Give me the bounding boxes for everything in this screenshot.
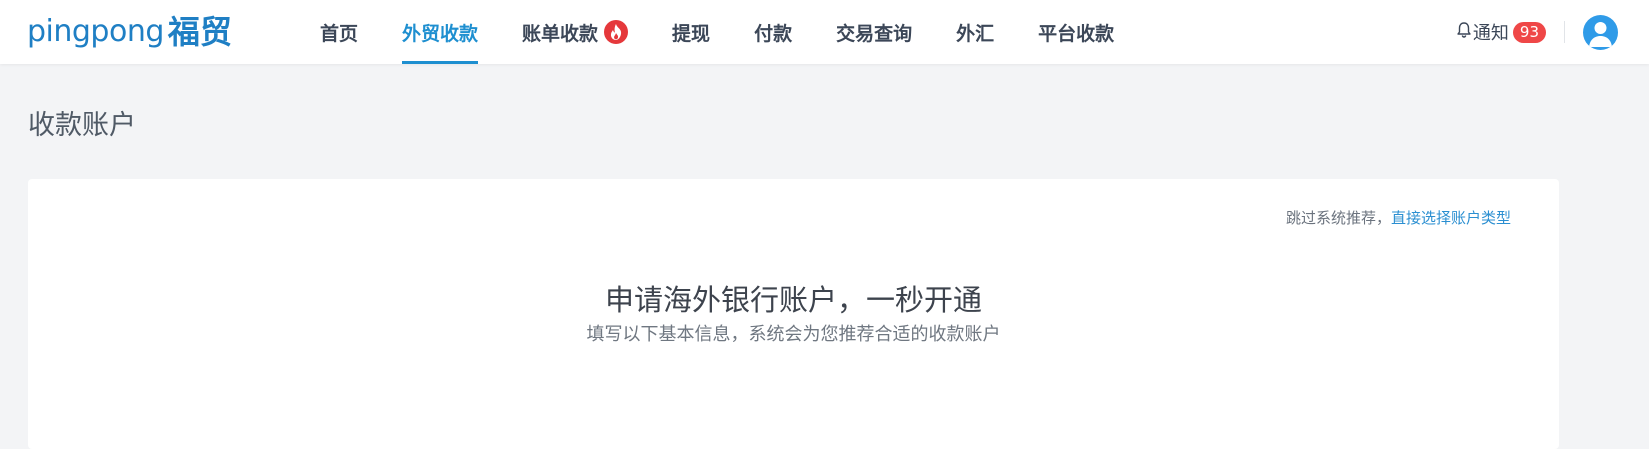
nav-item-transactions[interactable]: 交易查询	[836, 0, 912, 64]
nav-item-label: 付款	[754, 22, 793, 45]
nav-item-forex[interactable]: 外汇	[956, 0, 994, 64]
nav-item-label: 首页	[320, 22, 359, 45]
bell-icon	[1455, 21, 1473, 44]
nav-item-label: 提现	[672, 22, 711, 45]
user-avatar-icon[interactable]	[1583, 14, 1618, 50]
fire-icon	[604, 20, 629, 44]
choose-account-type-link[interactable]: 直接选择账户类型	[1391, 209, 1511, 227]
card-subline: 填写以下基本信息，系统会为您推荐合适的收款账户	[586, 324, 1001, 345]
nav-item-label: 交易查询	[836, 22, 913, 45]
pingpong-logo[interactable]: pingpong 福贸	[27, 10, 232, 54]
logo-cjk-text: 福贸	[167, 13, 232, 51]
top-navbar: pingpong 福贸 首页 外贸收款 账单收款 提现 付款 交易查询 外汇 平…	[0, 0, 1649, 64]
header-actions: 通知 93	[1455, 0, 1649, 64]
account-application-card: 跳过系统推荐，直接选择账户类型 申请海外银行账户，一秒开通 填写以下基本信息，系…	[28, 179, 1559, 449]
notification-button[interactable]: 通知 93	[1455, 19, 1546, 45]
nav-item-label: 平台收款	[1038, 22, 1115, 45]
nav-item-bill-receipt[interactable]: 账单收款	[522, 0, 629, 64]
nav-item-home[interactable]: 首页	[320, 0, 358, 64]
skip-recommendation: 跳过系统推荐，直接选择账户类型	[1286, 207, 1511, 228]
card-headline: 申请海外银行账户，一秒开通	[604, 283, 982, 317]
header-divider	[1564, 21, 1565, 43]
nav-item-payment[interactable]: 付款	[754, 0, 792, 64]
notification-label: 通知	[1472, 23, 1509, 44]
notification-count-badge: 93	[1512, 21, 1546, 43]
nav-item-trade-receipt[interactable]: 外贸收款	[402, 0, 479, 64]
page-title: 收款账户	[28, 110, 136, 141]
nav-item-withdraw[interactable]: 提现	[672, 0, 710, 64]
nav-item-platform-receipt[interactable]: 平台收款	[1038, 0, 1114, 64]
nav-item-label: 外贸收款	[402, 22, 479, 45]
logo-latin-text: pingpong	[27, 14, 164, 49]
nav-item-label: 账单收款	[522, 22, 599, 45]
nav-item-label: 外汇	[956, 22, 995, 45]
skip-prefix-text: 跳过系统推荐，	[1285, 209, 1391, 227]
main-nav: 首页 外贸收款 账单收款 提现 付款 交易查询 外汇 平台收款	[320, 0, 1158, 64]
